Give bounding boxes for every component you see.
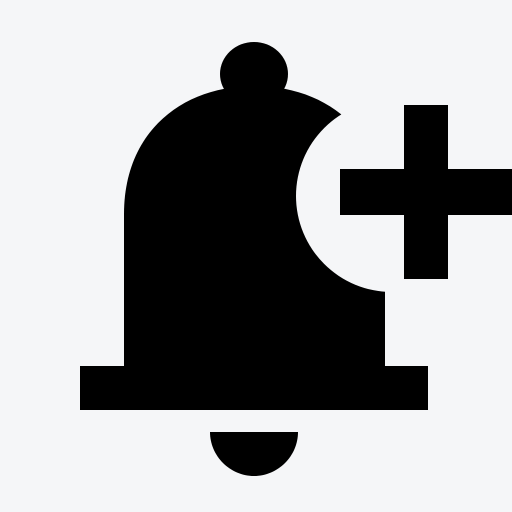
plus-vertical-bar [404,105,448,279]
add-notification-icon-canvas [0,0,512,512]
bell-body [124,86,385,366]
bell-base-bar [80,366,428,410]
bell-plus-icon [0,0,512,512]
